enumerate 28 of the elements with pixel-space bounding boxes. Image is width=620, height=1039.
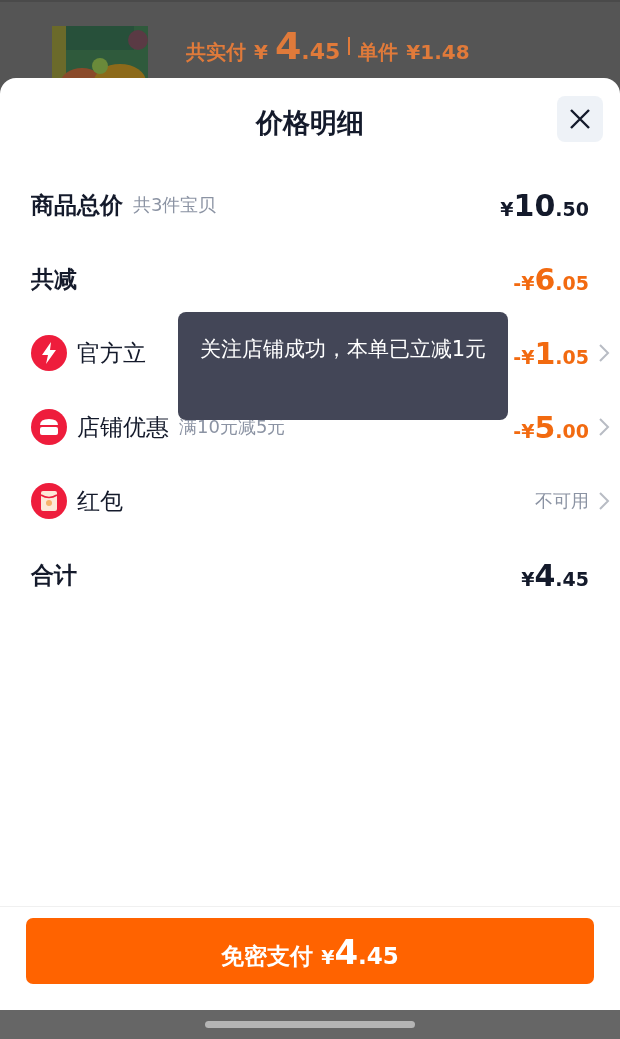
chevron-icon[interactable]: [597, 343, 611, 363]
row-label: 官方立: [77, 338, 146, 368]
sheet-title: 价格明细: [256, 106, 364, 140]
pay-button[interactable]: 免密支付 ¥4.45: [26, 918, 594, 984]
chevron-icon[interactable]: [597, 417, 611, 437]
lightning-icon: [31, 335, 67, 371]
price-text: ¥10.50: [500, 187, 589, 223]
row-label: 合计: [31, 560, 77, 590]
price-text: -¥1.05: [513, 335, 589, 371]
paid-label: 共实付: [186, 39, 246, 66]
status-text: 不可用: [535, 489, 589, 513]
store-icon: [31, 409, 67, 445]
unit-label: 单件: [358, 39, 399, 66]
row-label: 商品总价: [31, 190, 123, 220]
envelope-icon: [31, 483, 67, 519]
price-text: -¥5.00: [513, 409, 589, 445]
close-button[interactable]: [557, 96, 603, 142]
chevron-icon[interactable]: [597, 491, 611, 511]
price-text: -¥6.05: [513, 261, 589, 297]
row-label: 红包: [77, 486, 123, 516]
row-note: 共3件宝贝: [133, 193, 217, 217]
paid-price: ¥ 4.45: [254, 24, 341, 68]
row-label: 共减: [31, 264, 77, 294]
unit-price: ¥1.48: [406, 40, 470, 64]
toast-message: 关注店铺成功，本单已立减1元: [178, 312, 508, 420]
row-label: 店铺优惠: [77, 412, 169, 442]
close-icon: [569, 108, 591, 130]
price-text: ¥4.45: [521, 557, 589, 593]
